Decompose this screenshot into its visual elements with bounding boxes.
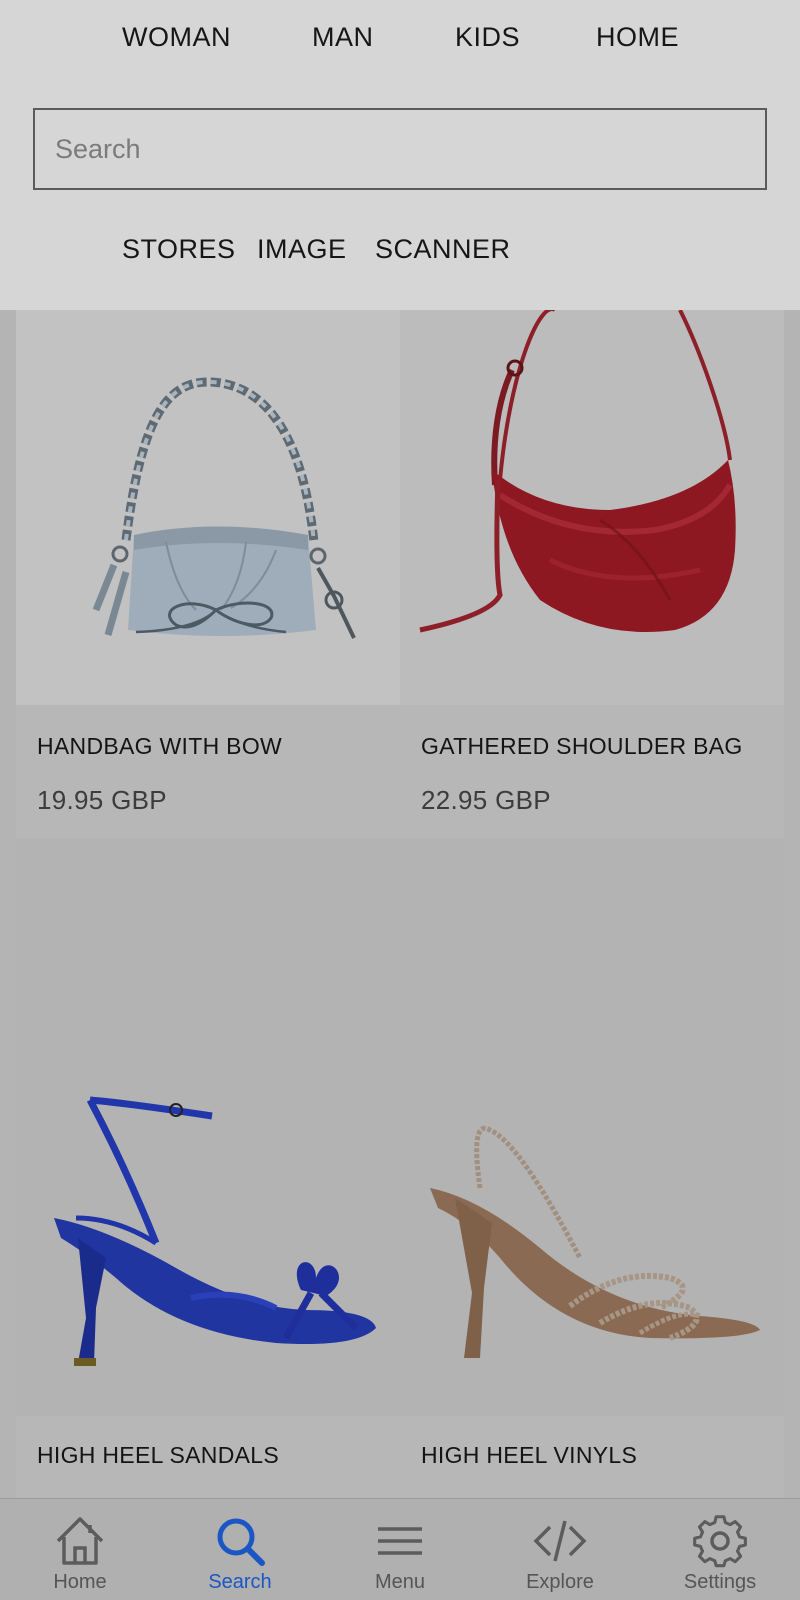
- product-card[interactable]: HIGH HEEL SANDALS: [16, 838, 400, 1538]
- sub-nav-scanner[interactable]: SCANNER: [375, 234, 511, 265]
- search-icon: [217, 1518, 265, 1566]
- tab-label: Menu: [374, 1571, 426, 1593]
- product-name: GATHERED SHOULDER BAG: [421, 733, 743, 759]
- bottom-nav: Home Search Menu Explore Settings: [0, 1498, 800, 1600]
- tab-home[interactable]: Home: [0, 1499, 160, 1600]
- home-icon: [56, 1517, 104, 1565]
- menu-icon: [378, 1527, 422, 1555]
- product-image: [400, 310, 784, 705]
- tab-settings[interactable]: Settings: [640, 1499, 800, 1600]
- product-name: HANDBAG WITH BOW: [37, 733, 283, 759]
- tab-label: Settings: [683, 1571, 757, 1593]
- sub-nav-stores[interactable]: STORES: [122, 234, 236, 265]
- product-info: HANDBAG WITH BOW 19.95 GBP: [16, 705, 400, 838]
- tab-menu[interactable]: Menu: [320, 1499, 480, 1600]
- tab-label: Explore: [526, 1571, 594, 1593]
- product-name: HIGH HEEL SANDALS: [37, 1442, 279, 1468]
- product-price: 22.95 GBP: [421, 785, 551, 815]
- tab-search[interactable]: Search: [160, 1499, 320, 1600]
- product-image: [16, 310, 400, 705]
- top-nav: WOMAN MAN KIDS HOME: [0, 22, 800, 62]
- product-image: [400, 838, 784, 1416]
- search-input[interactable]: [33, 108, 767, 190]
- product-price: 19.95 GBP: [37, 785, 167, 815]
- product-card[interactable]: GATHERED SHOULDER BAG 22.95 GBP: [400, 310, 784, 838]
- nav-man[interactable]: MAN: [312, 22, 374, 53]
- tab-label: Home: [53, 1571, 107, 1593]
- sub-nav-image[interactable]: IMAGE: [257, 234, 347, 265]
- product-info: GATHERED SHOULDER BAG 22.95 GBP: [400, 705, 784, 838]
- product-card[interactable]: HANDBAG WITH BOW 19.95 GBP: [16, 310, 400, 838]
- tab-explore[interactable]: Explore: [480, 1499, 640, 1600]
- tab-label: Search: [208, 1571, 272, 1593]
- nav-kids[interactable]: KIDS: [455, 22, 520, 53]
- product-image: [16, 838, 400, 1416]
- product-card[interactable]: HIGH HEEL VINYLS: [400, 838, 784, 1538]
- header: WOMAN MAN KIDS HOME STORES IMAGE SCANNER: [0, 0, 800, 310]
- nav-home[interactable]: HOME: [596, 22, 679, 53]
- nav-woman[interactable]: WOMAN: [122, 22, 231, 53]
- code-icon: [533, 1520, 587, 1562]
- gear-icon: [693, 1515, 747, 1568]
- product-name: HIGH HEEL VINYLS: [421, 1442, 638, 1468]
